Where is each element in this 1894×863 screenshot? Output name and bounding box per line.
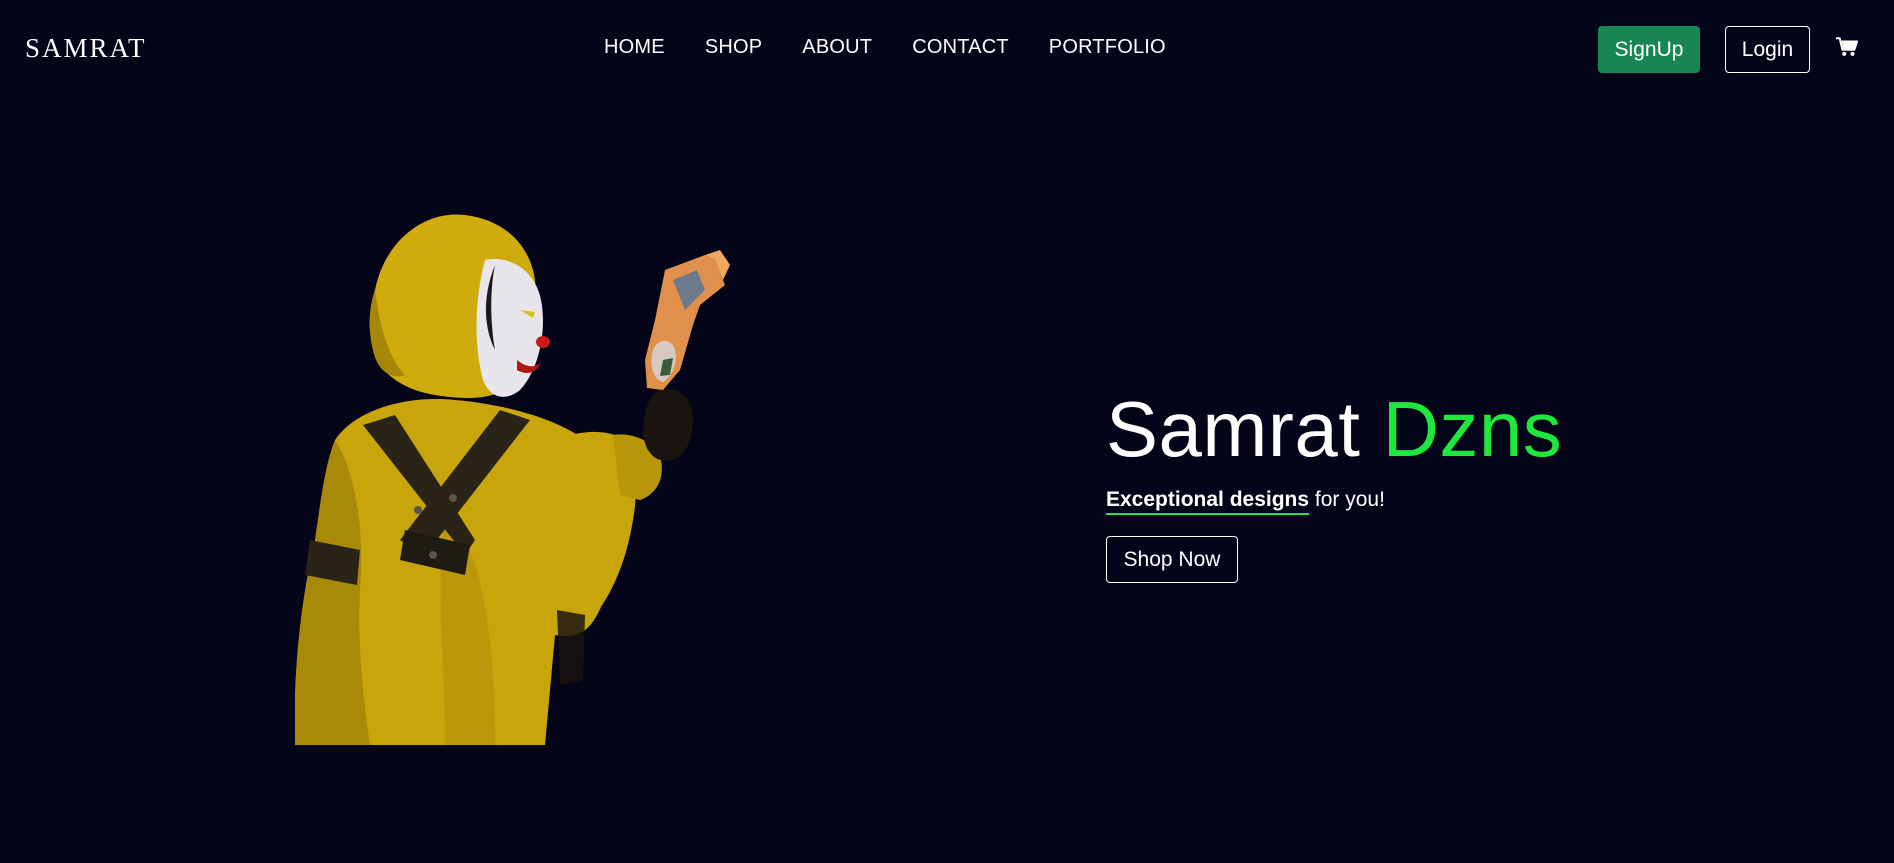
hero-title: Samrat Dzns — [1106, 383, 1562, 475]
hero-title-main: Samrat — [1106, 385, 1361, 473]
hero-tagline: Exceptional designs for you! — [1106, 488, 1385, 515]
brand-logo[interactable]: SAMRAT — [25, 33, 147, 64]
nav-contact[interactable]: CONTACT — [912, 36, 1009, 59]
tagline-emphasis: Exceptional designs — [1106, 488, 1310, 515]
cart-icon[interactable] — [1836, 36, 1859, 58]
landing-page: SAMRAT HOME SHOP ABOUT CONTACT PORTFOLIO… — [0, 0, 1894, 863]
signup-button[interactable]: SignUp — [1598, 26, 1700, 73]
hero-title-accent: Dzns — [1382, 385, 1563, 473]
nav-portfolio[interactable]: PORTFOLIO — [1049, 36, 1166, 59]
login-button[interactable]: Login — [1725, 26, 1810, 73]
shop-now-button[interactable]: Shop Now — [1106, 536, 1238, 583]
nav-shop[interactable]: SHOP — [705, 36, 762, 59]
nav-home[interactable]: HOME — [604, 36, 665, 59]
hero-character-image — [294, 210, 755, 745]
main-nav: HOME SHOP ABOUT CONTACT PORTFOLIO — [604, 36, 1166, 59]
nav-about[interactable]: ABOUT — [802, 36, 872, 59]
tagline-rest: for you! — [1314, 488, 1385, 511]
